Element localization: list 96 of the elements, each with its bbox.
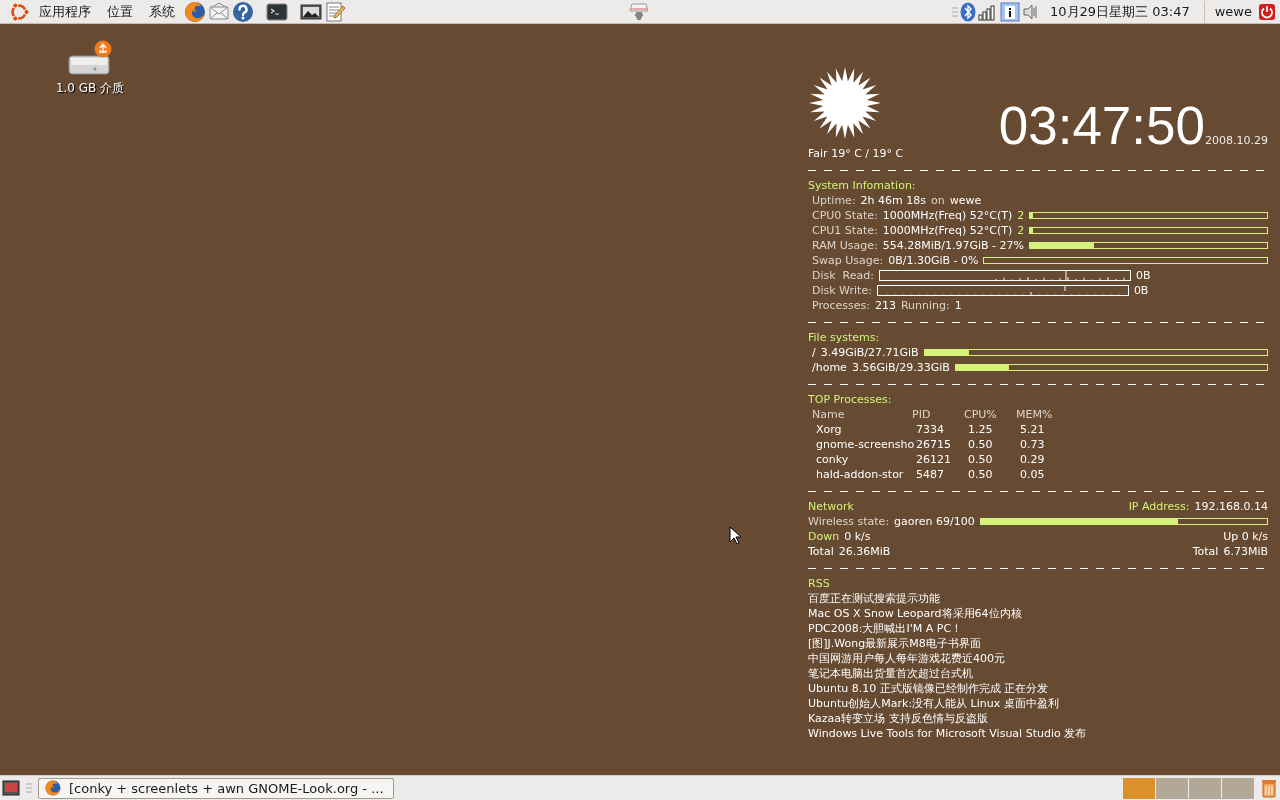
news-headline: Kazaa转变立场 支持反色情与反盗版 [808,711,989,726]
stat-label: Wireless state: [808,514,890,529]
icon-label[interactable]: 1.0 GB 介质 [55,80,125,97]
stat-label: Swap Usage: [812,253,884,268]
stat-value: 1 [954,298,962,313]
menu-item[interactable]: 应用程序 [32,2,98,21]
column-header: PID [912,407,932,422]
disk-reading: 0B [1135,268,1151,283]
weather-text: Fair 19° C / 19° C [808,146,904,161]
table-cell: gnome-screensho [816,437,916,452]
stat-label: Disk Write: [812,283,872,298]
news-headline: PDC2008:大胆喊出I'M A PC！ [808,621,964,636]
handle-icon[interactable] [952,4,959,19]
bluetooth-icon[interactable] [960,1,977,22]
menu-item[interactable]: 位置 [100,2,140,21]
stat-value: gaoren 69/100 [894,514,975,529]
pointer-icon [729,526,741,545]
news-headline: Windows Live Tools for Microsoft Visual Studio 发布 [808,726,1088,741]
help-icon[interactable] [232,0,254,23]
stat-label: Disk Read: [812,268,874,283]
up-speed: Up 0 k/s [1223,529,1268,544]
stat-value: 1000MHz(Freq) 52°C(T) [882,208,1013,223]
column-header: Name [812,407,846,422]
table-cell-text: 0.29 [1020,452,1046,467]
down-label: Down [808,529,840,544]
table-cell-text: 26715 [916,437,952,452]
stat-label: Running: [900,298,950,313]
news-headline: 中国网游用户每人每年游戏花费近400元 [808,651,1006,666]
section-heading: TOP Processes: [808,392,893,407]
table-cell-text: 7334 [916,422,945,437]
table-cell-text: hald-addon-stor [816,467,905,482]
column-header: MEM% [1016,407,1054,422]
table-cell-text: 5.21 [1020,422,1046,437]
terminal-icon[interactable] [266,0,288,23]
table-cell-text: 0.05 [1020,467,1046,482]
total-label: Total [1192,544,1219,559]
clock-date: 2008.10.29 [1205,134,1268,148]
menu-item[interactable]: 系统 [142,2,182,21]
disk-usage: 3.56GiB/29.33GiB [851,360,950,375]
down-speed: 0 k/s [844,529,871,544]
ip-label: IP Address: [1128,499,1190,514]
stat-value: 213 [874,298,896,313]
stat-value: 1000MHz(Freq) 52°C(T) [882,223,1013,238]
section-heading: System Infomation: [808,178,917,193]
core-count: 2 [1017,223,1025,238]
drive-icon[interactable] [67,40,113,78]
stat-label: Uptime: [812,193,856,208]
trash-icon[interactable] [1260,778,1278,798]
news-headline: 百度正在测试搜索提示功能 [808,591,941,606]
user-name[interactable]: wewe [1214,4,1252,19]
stat-value: 2h 46m 18s [860,193,926,208]
task-button[interactable]: [conky + screenlets + awn GNOME-Look.org - ... [38,777,394,799]
news-headline: 笔记本电脑出货量首次超过台式机 [808,666,974,681]
stat-label: Processes: [812,298,870,313]
news-headline: Ubuntu 8.10 正式版镜像已经制作完成 正在分发 [808,681,1050,696]
table-cell-text: 0.50 [968,452,994,467]
table-cell-text: 0.73 [1020,437,1046,452]
clock-time: 03:47:50 [998,99,1205,153]
ip-address: 192.168.0.14 [1194,499,1268,514]
disk-reading: 0B [1133,283,1149,298]
sun-icon [808,66,882,140]
total-value: 26.36MiB [838,544,891,559]
stat-label: CPU0 State: [812,208,878,223]
clock-text[interactable]: 10月29日星期三 03:47 [1046,2,1194,21]
section-heading: RSS [808,576,831,591]
envelope-icon[interactable] [208,0,230,23]
stat-label: RAM Usage: [812,238,878,253]
column-header: CPU% [964,407,998,422]
core-count: 2 [1017,208,1025,223]
show-desktop-icon[interactable] [2,779,20,797]
news-headline: Ubuntu创始人Mark:没有人能从 Linux 桌面中盈利 [808,696,1060,711]
notepad-icon[interactable] [324,0,346,23]
total-label: Total [808,544,834,559]
stat-value: wewe [949,193,982,208]
news-headline: Mac OS X Snow Leopard将采用64位内核 [808,606,1023,621]
disk-usage: 3.49GiB/27.71GiB [820,345,919,360]
handle-icon[interactable] [26,781,32,795]
section-heading: File systems: [808,330,881,345]
table-cell-text: conky [816,452,850,467]
stat-value: 0B/1.30GiB - 0% [888,253,979,268]
stat-value: 554.28MiB/1.97GiB - 27% [882,238,1025,253]
info-icon[interactable] [1000,1,1021,22]
power-icon[interactable] [1258,2,1276,21]
table-cell-text: Xorg [816,422,843,437]
stat-label: CPU1 State: [812,223,878,238]
news-headline: [图]J.Wong最新展示M8电子书界面 [808,636,982,651]
stat-label: on [931,193,945,208]
table-cell-text: 0.50 [968,437,994,452]
table-cell-text: 0.50 [968,467,994,482]
section-heading: Network [808,499,854,514]
mount-point: /home [812,360,847,375]
table-cell-text: 1.25 [968,422,994,437]
table-cell-text: 26121 [916,452,952,467]
table-cell-text: 5487 [916,467,945,482]
total-value: 6.73MiB [1223,544,1268,559]
mount-point: / [812,345,816,360]
